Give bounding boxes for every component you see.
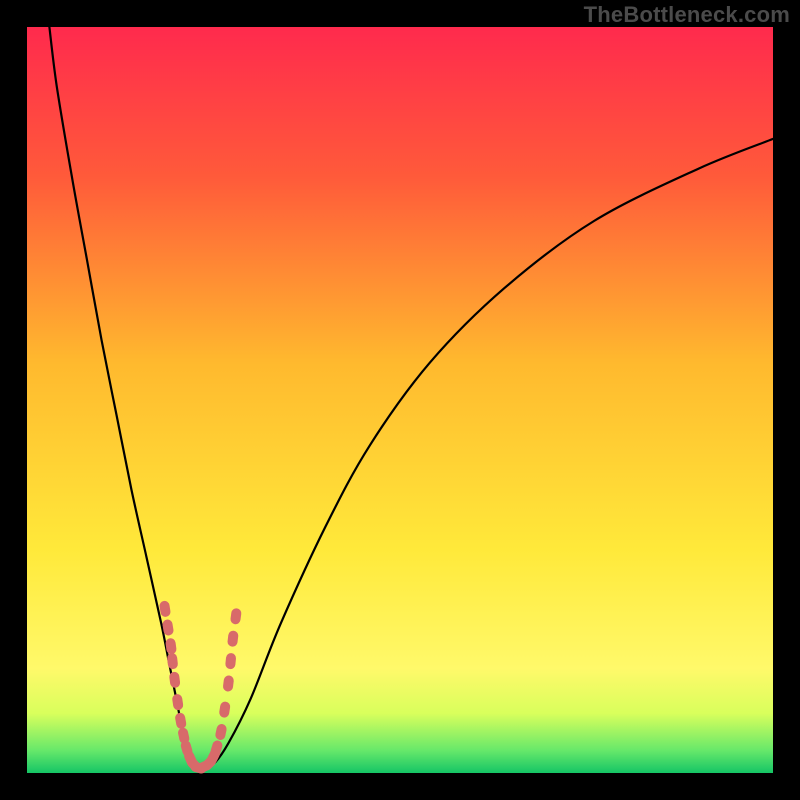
chart-frame: TheBottleneck.com [0,0,800,800]
marker-point [230,608,242,625]
marker-point [225,653,237,670]
marker-point [219,701,231,718]
marker-point [167,653,179,670]
marker-point [169,671,181,688]
bottleneck-curve [49,27,773,769]
marker-point [159,600,171,617]
marker-point [174,712,187,730]
marker-point [172,693,184,710]
chart-canvas [27,27,773,773]
marker-group [159,600,242,775]
watermark-text: TheBottleneck.com [584,2,790,28]
marker-point [214,723,227,741]
marker-point [222,675,234,692]
marker-point [227,630,239,647]
